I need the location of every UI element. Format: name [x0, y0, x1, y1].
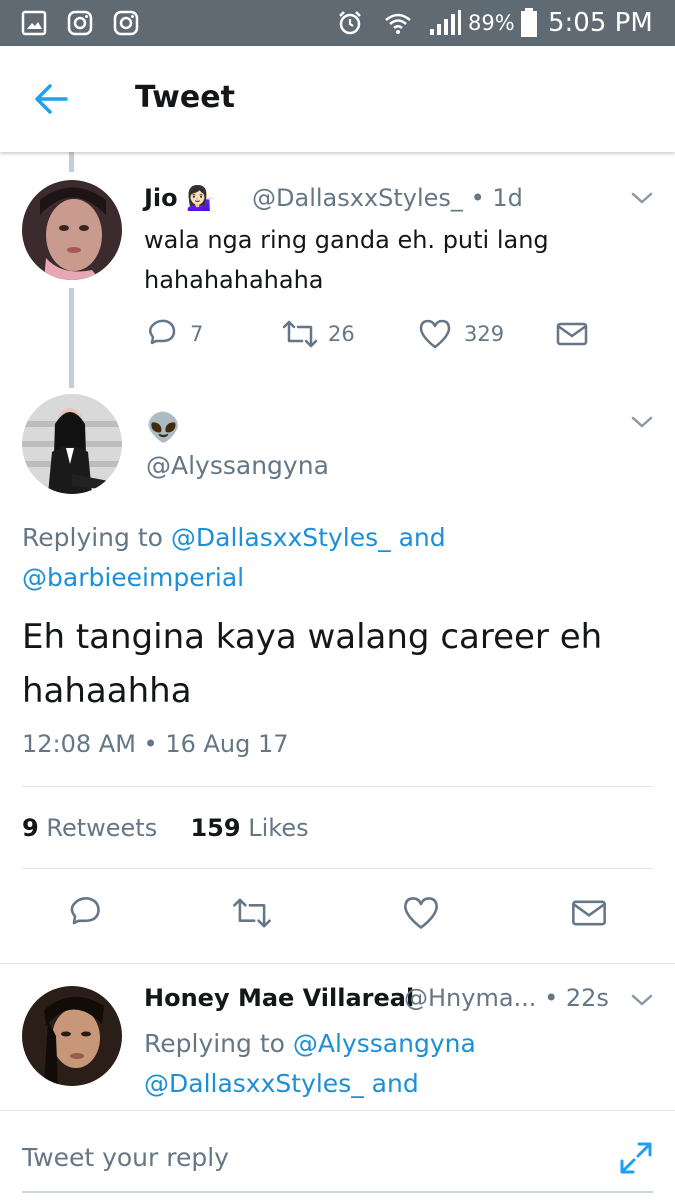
chevron-down-icon[interactable] [630, 190, 654, 206]
tipping-hand-emoji: 💁🏻‍♀️ [186, 184, 216, 212]
app-bar: Tweet [0, 46, 675, 152]
heart-icon[interactable] [418, 317, 452, 351]
likes-count[interactable]: 159 [190, 814, 240, 842]
tweet-timestamp: 12:08 AM • 16 Aug 17 [22, 730, 289, 758]
battery-percent: 89% [468, 11, 515, 35]
instagram-icon [113, 10, 139, 36]
avatar[interactable] [22, 394, 122, 494]
chevron-down-icon[interactable] [630, 992, 654, 1008]
divider [22, 868, 653, 869]
reply-tweet[interactable]: Honey Mae Villareal @Hnyma... • 22s Repl… [0, 964, 675, 1110]
likes-label[interactable]: Likes [248, 814, 308, 842]
avatar-photo [22, 986, 122, 1086]
reply-composer [0, 1110, 675, 1201]
mention-link[interactable]: @barbieeimperial [22, 563, 244, 592]
alarm-icon [339, 11, 361, 35]
reply-count: 7 [190, 322, 204, 346]
input-underline [22, 1191, 653, 1193]
mention-link[interactable]: @DallasxxStyles_ [144, 1069, 364, 1098]
mail-icon[interactable] [570, 894, 608, 932]
divider [22, 786, 653, 787]
retweets-label[interactable]: Retweets [46, 814, 157, 842]
retweet-icon[interactable] [280, 317, 320, 351]
author-handle[interactable]: @Alyssangyna [146, 450, 329, 482]
author-handle: @Hnyma... • 22s [404, 984, 609, 1012]
retweet-count: 26 [328, 322, 355, 346]
back-arrow-icon[interactable] [26, 74, 76, 124]
avatar-photo [22, 180, 122, 280]
gallery-icon [21, 10, 47, 36]
wifi-icon [385, 13, 411, 34]
author-handle: @DallasxxStyles_ • 1d [252, 184, 523, 212]
author-name: Honey Mae Villareal [144, 984, 415, 1012]
battery-icon [521, 8, 537, 37]
replying-to: Replying to @Alyssangyna @DallasxxStyles… [144, 1029, 476, 1098]
like-count: 329 [464, 322, 505, 346]
replying-to: Replying to @DallasxxStyles_ and @barbie… [22, 523, 446, 592]
tweet-text: wala nga ring ganda eh. puti lang hahaha… [144, 226, 549, 294]
avatar[interactable] [22, 986, 122, 1086]
tweet-time: 22s [565, 984, 609, 1012]
tweet-stats: 9 Retweets 159 Likes [22, 810, 309, 846]
instagram-icon [67, 10, 93, 36]
mail-icon[interactable] [555, 317, 589, 351]
reply-icon[interactable] [144, 317, 178, 351]
clock: 5:05 PM [548, 8, 653, 38]
avatar-photo [22, 394, 122, 494]
heart-icon[interactable] [402, 894, 440, 932]
mention-link[interactable]: @DallasxxStyles_ [171, 523, 391, 552]
reply-input[interactable] [22, 1137, 582, 1177]
avatar[interactable] [22, 180, 122, 280]
tweet-text: Eh tangina kaya walang career eh hahaahh… [22, 617, 603, 711]
status-bar: 89% 5:05 PM [0, 0, 675, 46]
chevron-down-icon[interactable] [630, 414, 654, 430]
signal-icon [430, 10, 461, 35]
alien-emoji: 👽 [146, 411, 181, 444]
author-name: Jio 💁🏻‍♀️ [144, 184, 216, 212]
focused-tweet: 👽 @Alyssangyna Replying to @DallasxxStyl… [0, 388, 675, 963]
parent-tweet[interactable]: Jio 💁🏻‍♀️ @DallasxxStyles_ • 1d wala nga… [0, 160, 675, 380]
reply-icon[interactable] [65, 894, 103, 932]
tweet-time: 1d [492, 184, 523, 212]
retweets-count[interactable]: 9 [22, 814, 39, 842]
retweet-icon[interactable] [230, 894, 274, 932]
page-title: Tweet [135, 80, 235, 115]
expand-icon[interactable] [618, 1140, 654, 1176]
mention-link[interactable]: @Alyssangyna [293, 1029, 476, 1058]
